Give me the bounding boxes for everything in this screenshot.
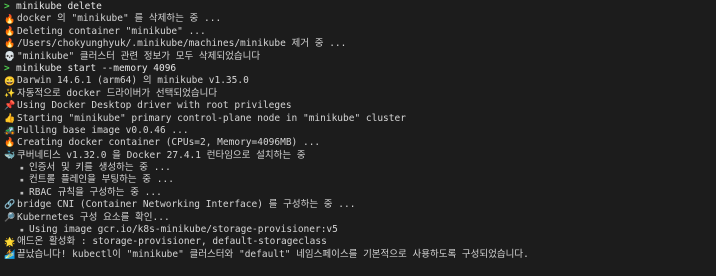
output-line: 🏄 끝났습니다! kubectl이 "minikube" 클러스터와 "defau…: [4, 249, 716, 261]
output-text: 컨트롤 플레인을 부팅하는 중 ...: [29, 174, 174, 186]
output-line: ▪ 컨트롤 플레인을 부팅하는 중 ...: [4, 174, 716, 186]
output-text: 자동적으로 docker 드라이버가 선택되었습니다: [17, 87, 218, 99]
prompt-icon: >: [4, 62, 10, 74]
output-line: 🔎 Kubernetes 구성 요소를 확인...: [4, 212, 716, 224]
smile-icon: 😀: [4, 76, 16, 87]
output-text: Starting "minikube" primary control-plan…: [17, 112, 406, 124]
output-text: Using Docker Desktop driver with root pr…: [17, 100, 292, 112]
bullet-icon: ▪: [19, 164, 24, 173]
output-text: Kubernetes 구성 요소를 확인...: [17, 211, 170, 223]
skull-icon: 💀: [4, 51, 16, 62]
command-text: minikube delete: [16, 1, 102, 12]
output-line: 🚜 Pulling base image v0.0.46 ...: [4, 125, 716, 137]
terminal-output[interactable]: > minikube delete 🔥 docker 의 "minikube" 를 삭…: [0, 0, 716, 276]
output-text: /Users/chokyunghyuk/.minikube/machines/m…: [17, 38, 347, 50]
output-text: RBAC 규칙을 구성하는 중 ...: [29, 186, 162, 198]
terminal-lines: > minikube delete 🔥 docker 의 "minikube" 를 삭…: [4, 1, 716, 261]
output-text: "minikube" 클러스터 관련 정보가 모두 삭제되었습니다: [17, 50, 261, 62]
link-icon: 🔗: [4, 200, 16, 211]
thumbs-up-icon: 👍: [4, 113, 16, 124]
sparkles-icon: ✨: [4, 88, 16, 99]
output-line: 💀 "minikube" 클러스터 관련 정보가 모두 삭제되었습니다: [4, 51, 716, 63]
output-text: Creating docker container (CPUs=2, Memor…: [17, 137, 321, 149]
output-line: ▪ 인증서 및 키를 생성하는 중 ...: [4, 162, 716, 174]
output-text: Pulling base image v0.0.46 ...: [17, 124, 189, 136]
output-line: 🌟 애드온 활성화 : storage-provisioner, default-…: [4, 236, 716, 248]
output-text: 애드온 활성화 : storage-provisioner, default-s…: [17, 236, 327, 248]
fire-icon: 🔥: [4, 26, 16, 37]
fire-icon: 🔥: [4, 138, 16, 149]
prompt-icon: >: [4, 1, 10, 12]
output-line: ✨ 자동적으로 docker 드라이버가 선택되었습니다: [4, 88, 716, 100]
output-line: ▪ Using image gcr.io/k8s-minikube/storage…: [4, 224, 716, 236]
output-line: 🔗 bridge CNI (Container Networking Interf…: [4, 199, 716, 211]
command-text: minikube start --memory 4096: [16, 62, 177, 74]
output-text: docker 의 "minikube" 를 삭제하는 중 ...: [17, 13, 222, 25]
output-line: 😀 Darwin 14.6.1 (arm64) 의 minikube v1.35.…: [4, 75, 716, 87]
bullet-icon: ▪: [19, 176, 24, 185]
output-line: 🔥 Deleting container "minikube" ...: [4, 26, 716, 38]
output-text: 쿠버네티스 v1.32.0 을 Docker 27.4.1 런타임으로 설치하는…: [17, 149, 306, 161]
output-text: 끝났습니다! kubectl이 "minikube" 클러스터와 "defaul…: [17, 248, 529, 260]
output-text: Deleting container "minikube" ...: [17, 25, 206, 37]
output-line: 📌 Using Docker Desktop driver with root p…: [4, 100, 716, 112]
pin-icon: 📌: [4, 101, 16, 112]
fire-icon: 🔥: [4, 39, 16, 50]
fire-icon: 🔥: [4, 14, 16, 25]
output-line: 🔥 Creating docker container (CPUs=2, Memo…: [4, 137, 716, 149]
output-line: ▪ RBAC 규칙을 구성하는 중 ...: [4, 187, 716, 199]
prompt-line: > minikube start --memory 4096: [4, 63, 716, 75]
output-line: 🔥 docker 의 "minikube" 를 삭제하는 중 ...: [4, 13, 716, 25]
output-text: 인증서 및 키를 생성하는 중 ...: [29, 162, 171, 174]
output-text: Using image gcr.io/k8s-minikube/storage-…: [29, 224, 338, 236]
output-line: 🐳 쿠버네티스 v1.32.0 을 Docker 27.4.1 런타임으로 설치하…: [4, 150, 716, 162]
prompt-line: > minikube delete: [4, 1, 716, 13]
output-text: Darwin 14.6.1 (arm64) 의 minikube v1.35.0: [17, 75, 249, 87]
output-text: bridge CNI (Container Networking Interfa…: [17, 199, 356, 211]
tractor-icon: 🚜: [4, 126, 16, 137]
flag-icon: 🏄: [4, 250, 16, 260]
search-icon: 🔎: [4, 212, 16, 223]
star-icon: 🌟: [4, 237, 16, 248]
output-line: 🔥/Users/chokyunghyuk/.minikube/machines/…: [4, 38, 716, 50]
bullet-icon: ▪: [19, 226, 24, 235]
bullet-icon: ▪: [19, 188, 24, 197]
whale-icon: 🐳: [4, 150, 16, 161]
output-line: 👍 Starting "minikube" primary control-pla…: [4, 113, 716, 125]
